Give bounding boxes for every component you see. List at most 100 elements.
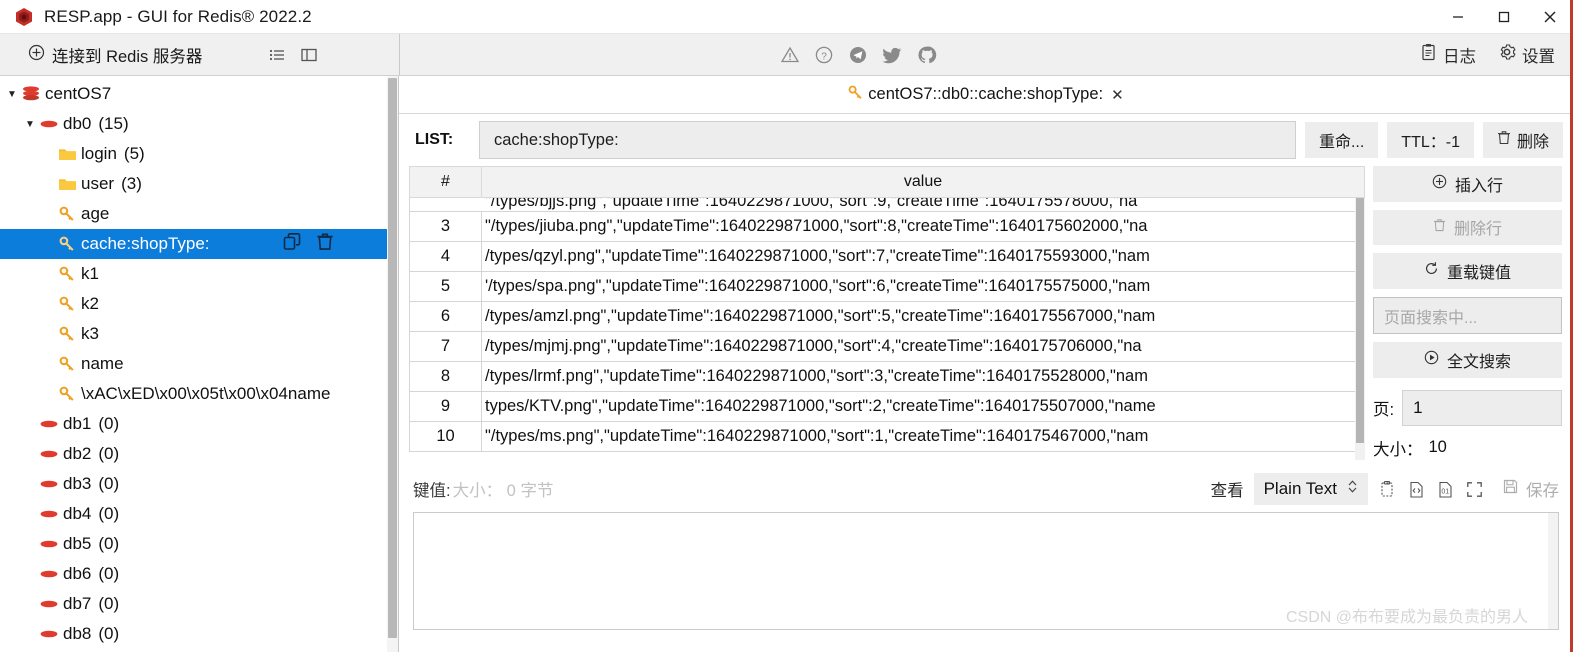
twitter-icon[interactable] — [882, 45, 903, 65]
table-row[interactable]: 3 "/types/jiuba.png","updateTime":1640229… — [409, 212, 1365, 242]
reload-value-label: 重载键值 — [1446, 264, 1511, 282]
key-icon — [56, 356, 78, 372]
table-row[interactable]: 7/types/mjmj.png","updateTime":164022987… — [409, 332, 1365, 362]
key-icon — [56, 386, 78, 402]
code-format-icon[interactable] — [1407, 480, 1426, 499]
trash-icon[interactable] — [316, 232, 334, 256]
connect-to-redis-button[interactable]: 连接到 Redis 服务器 — [28, 43, 202, 67]
row-index: 5 — [410, 272, 482, 301]
view-label: 查看 — [1210, 482, 1244, 500]
tree-scrollbar[interactable] — [387, 76, 398, 652]
tree-node-label: k1 — [81, 264, 99, 283]
tree-node-count: (0) — [98, 564, 120, 583]
binary-file-icon[interactable]: 01 — [1436, 480, 1455, 499]
split-view-icon[interactable] — [296, 42, 322, 68]
tree-node-db0[interactable]: ▼ db0 (15) — [0, 109, 398, 139]
expand-arrow-icon[interactable]: ▼ — [4, 89, 20, 100]
tree-node-k3[interactable]: k3 — [0, 319, 398, 349]
table-row[interactable]: "/types/bjjs.png","updateTime":164022987… — [409, 198, 1365, 212]
copy-icon[interactable] — [282, 232, 302, 257]
delete-row-button[interactable]: 删除行 — [1373, 209, 1562, 246]
tree-node-label: db5 — [63, 534, 92, 553]
tree-node-db5[interactable]: db5 (0) — [0, 529, 398, 559]
table-row[interactable]: 4/types/qzyl.png","updateTime":164022987… — [409, 242, 1365, 272]
tree-node-db1[interactable]: db1 (0) — [0, 409, 398, 439]
paste-icon[interactable] — [1378, 480, 1397, 499]
tree-node-db7[interactable]: db7 (0) — [0, 589, 398, 619]
window-title: RESP.app - GUI for Redis® 2022.2 — [44, 6, 312, 26]
github-icon[interactable] — [917, 45, 937, 65]
ttl-button[interactable]: TTL：-1 — [1387, 122, 1474, 158]
save-label: 保存 — [1526, 482, 1559, 500]
editor-scrollbar[interactable] — [1548, 513, 1558, 629]
save-button[interactable]: 保存 — [1502, 477, 1559, 501]
reload-value-button[interactable]: 重载键值 — [1373, 253, 1562, 289]
page-input[interactable]: 1 — [1402, 389, 1562, 426]
tree-node-db3[interactable]: db3 (0) — [0, 469, 398, 499]
tree-node-k2[interactable]: k2 — [0, 289, 398, 319]
page-search-input[interactable]: 页面搜索中... — [1373, 296, 1562, 335]
minimize-button[interactable] — [1435, 0, 1481, 34]
table-row[interactable]: 5 '/types/spa.png","updateTime":164022987… — [409, 272, 1365, 302]
value-size-label: 大小： 0 字节 — [452, 482, 554, 500]
rename-label: 重命... — [1318, 134, 1365, 151]
maximize-button[interactable] — [1481, 0, 1527, 34]
plus-circle-icon — [1432, 174, 1447, 194]
warning-icon[interactable] — [780, 45, 800, 65]
telegram-icon[interactable] — [848, 45, 868, 65]
tab-cache-shoptype[interactable]: centOS7::db0::cache:shopType: ✕ — [842, 85, 1129, 105]
table-row[interactable]: 9 types/KTV.png","updateTime":16402298710… — [409, 392, 1365, 422]
tree-node-db2[interactable]: db2 (0) — [0, 439, 398, 469]
logs-button[interactable]: 日志 — [1420, 43, 1476, 67]
row-index: 10 — [410, 422, 482, 451]
tree-node-db4[interactable]: db4 (0) — [0, 499, 398, 529]
tree-node-count: (5) — [123, 144, 145, 163]
table-header: # value — [409, 166, 1365, 198]
tree-node-count: (0) — [98, 474, 120, 493]
table-row[interactable]: 8/types/lrmf.png","updateTime":164022987… — [409, 362, 1365, 392]
window-controls — [1435, 0, 1573, 34]
full-text-search-label: 全文搜索 — [1446, 354, 1511, 372]
row-actions-panel: 插入行 删除行 重载键值 页面搜索中... 全文搜索 页: 1 大小： 10 — [1365, 166, 1562, 460]
table-row[interactable]: 6/types/amzl.png","updateTime":164022987… — [409, 302, 1365, 332]
table-body[interactable]: "/types/bjjs.png","updateTime":164022987… — [409, 198, 1365, 460]
value-table: # value "/types/bjjs.png","updateTime":1… — [409, 166, 1365, 460]
tree-node-centos7[interactable]: ▼ centOS7 — [0, 79, 398, 109]
tree-node-k1[interactable]: k1 — [0, 259, 398, 289]
fullscreen-icon[interactable] — [1465, 480, 1484, 499]
plus-circle-icon — [28, 44, 45, 66]
tree-node-count: (0) — [98, 444, 120, 463]
help-icon[interactable]: ? — [814, 45, 834, 65]
row-value: types/KTV.png","updateTime":164022987100… — [485, 397, 1156, 415]
tree-node-cache-shoptype-[interactable]: cache:shopType: — [0, 229, 398, 259]
table-scrollbar[interactable] — [1355, 198, 1365, 460]
value-editor-textarea[interactable]: CSDN @布布要成为最负责的男人 — [413, 512, 1559, 630]
expand-arrow-icon[interactable]: ▼ — [22, 119, 38, 130]
tree-node-db6[interactable]: db6 (0) — [0, 559, 398, 589]
tab-close-icon[interactable]: ✕ — [1111, 86, 1124, 104]
rename-button[interactable]: 重命... — [1304, 122, 1379, 158]
delete-key-button[interactable]: 删除 — [1482, 122, 1563, 158]
key-tree[interactable]: ▼ centOS7 ▼ db0 (15) login (5) user (3) age cache:… — [0, 76, 398, 649]
tree-scrollbar-thumb[interactable] — [388, 78, 397, 638]
full-text-search-button[interactable]: 全文搜索 — [1373, 342, 1562, 378]
key-icon — [56, 296, 78, 312]
tree-node-user[interactable]: user (3) — [0, 169, 398, 199]
row-index: 4 — [410, 242, 482, 271]
list-view-icon[interactable] — [264, 42, 290, 68]
format-select[interactable]: Plain Text — [1253, 473, 1368, 505]
tree-node-db8[interactable]: db8 (0) — [0, 619, 398, 649]
close-button[interactable] — [1527, 0, 1573, 34]
key-name-input[interactable]: cache:shopType: — [479, 121, 1296, 159]
row-value: /types/qzyl.png","updateTime":1640229871… — [485, 247, 1150, 265]
tree-node-name[interactable]: name — [0, 349, 398, 379]
tree-node-label: db7 — [63, 594, 92, 613]
table-row[interactable]: 10 "/types/ms.png","updateTime":164022987… — [409, 422, 1365, 452]
settings-button[interactable]: 设置 — [1498, 43, 1555, 67]
insert-row-button[interactable]: 插入行 — [1373, 166, 1562, 202]
tree-node--xac-xed-x00-x05t-x00-x04name[interactable]: \xAC\xED\x00\x05t\x00\x04name — [0, 379, 398, 409]
table-scrollbar-thumb[interactable] — [1356, 198, 1364, 443]
tree-node-login[interactable]: login (5) — [0, 139, 398, 169]
tree-node-label: db2 — [63, 444, 92, 463]
tree-node-age[interactable]: age — [0, 199, 398, 229]
